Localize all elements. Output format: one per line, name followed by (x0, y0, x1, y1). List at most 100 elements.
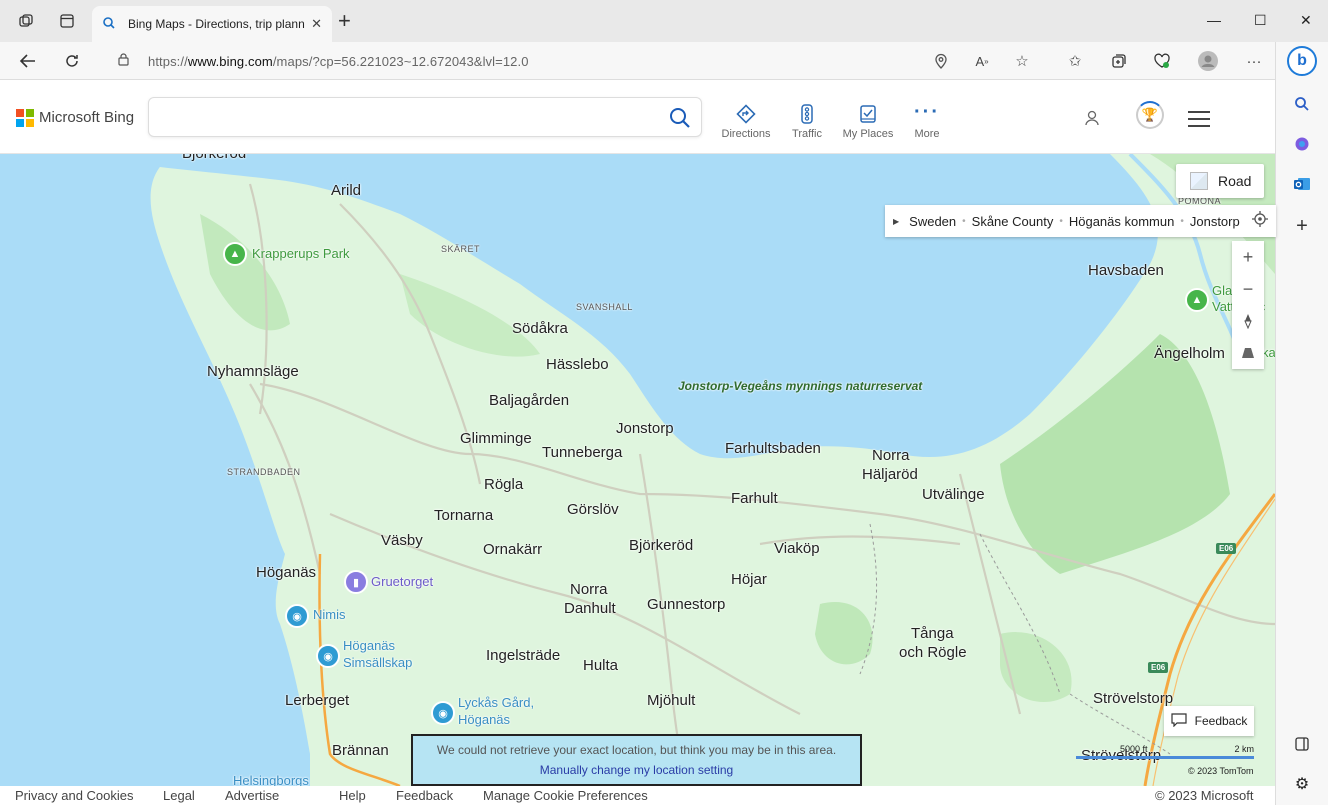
shopping-bag-icon[interactable]: ▮ (344, 570, 368, 594)
map-label[interactable]: Rögla (484, 476, 523, 493)
footer-link-privacy[interactable]: Privacy and Cookies (15, 788, 134, 803)
tilt-view-icon[interactable] (1232, 337, 1264, 369)
map-label[interactable]: Hässlebo (546, 356, 609, 373)
map-label[interactable]: Viaköp (774, 540, 820, 557)
map-label[interactable]: Baljagården (489, 392, 569, 409)
hamburger-menu-icon[interactable] (1188, 111, 1210, 132)
bing-copilot-icon[interactable]: b (1287, 46, 1317, 76)
map-label[interactable]: SKÄRET (441, 244, 480, 254)
close-tab-icon[interactable]: ✕ (311, 16, 322, 32)
breadcrumb-expand-icon[interactable]: ▶ (893, 217, 899, 226)
vertical-tabs-icon[interactable] (56, 10, 78, 32)
search-input[interactable] (159, 106, 659, 130)
map-label[interactable]: Björkeröd (629, 537, 693, 554)
window-close-icon[interactable]: ✕ (1300, 12, 1312, 29)
url-field[interactable]: https://www.bing.com/maps/?cp=56.221023~… (148, 54, 529, 69)
map-label[interactable]: Farhult (731, 490, 778, 507)
sidebar-add-icon[interactable]: + (1290, 214, 1314, 238)
map-style-button[interactable]: Road (1176, 164, 1264, 198)
map-label[interactable]: Häljaröd (862, 466, 918, 483)
map-label[interactable]: Björkeröd (182, 154, 246, 162)
map-label[interactable]: Glimminge (460, 430, 532, 447)
more-button[interactable]: ··· More (897, 102, 957, 140)
zoom-out-icon[interactable]: − (1232, 273, 1264, 305)
map-label-poi[interactable]: Helsingborgs (233, 773, 309, 786)
map-label[interactable]: och Rögle (899, 644, 967, 661)
brand-name[interactable]: Microsoft Bing (39, 109, 134, 126)
map-label[interactable]: Jonstorp (616, 420, 674, 437)
search-icon[interactable] (668, 106, 692, 135)
map-label[interactable]: Ängelholm (1154, 345, 1225, 362)
footer-link-feedback[interactable]: Feedback (396, 788, 453, 803)
map-label[interactable]: Nyhamnsläge (207, 363, 299, 380)
footer-link-cookie-preferences[interactable]: Manage Cookie Preferences (483, 788, 648, 803)
maximize-icon[interactable]: ☐ (1254, 12, 1267, 29)
map-label[interactable]: Tunneberga (542, 444, 622, 461)
map-label[interactable]: Görslöv (567, 501, 619, 518)
map-label[interactable]: Norra (872, 447, 910, 464)
map-label[interactable]: Höganäs (256, 564, 316, 581)
map-label[interactable]: Södåkra (512, 320, 568, 337)
collections-icon[interactable] (1109, 51, 1129, 71)
map-feedback-button[interactable]: Feedback (1164, 706, 1254, 736)
directions-button[interactable]: Directions (716, 104, 776, 140)
footer-link-help[interactable]: Help (339, 788, 366, 803)
read-aloud-icon[interactable]: A» (972, 51, 992, 71)
footer-link-advertise[interactable]: Advertise (225, 788, 279, 803)
swimming-icon[interactable]: ◉ (431, 701, 455, 725)
profile-avatar-icon[interactable] (1198, 51, 1218, 71)
settings-more-icon[interactable]: ··· (1244, 51, 1264, 71)
map-label[interactable]: Strövelstorp (1093, 690, 1173, 707)
new-tab-icon[interactable]: + (338, 10, 351, 32)
map-label-poi[interactable]: Simsällskap (343, 655, 412, 670)
location-breadcrumb[interactable]: ▶ Sweden • Skåne County • Höganäs kommun… (885, 205, 1276, 237)
back-arrow-icon[interactable] (16, 50, 40, 72)
map-label[interactable]: Gunnestorp (647, 596, 725, 613)
map-label[interactable]: Tånga (911, 625, 954, 642)
map-label[interactable]: Havsbaden (1088, 262, 1164, 279)
map-label[interactable]: Hulta (583, 657, 618, 674)
park-tree-icon[interactable]: ▲ (1185, 288, 1209, 312)
change-location-link[interactable]: Manually change my location setting (413, 763, 860, 777)
footer-link-legal[interactable]: Legal (163, 788, 195, 803)
map-label-poi[interactable]: Lyckås Gård, (458, 695, 534, 710)
lock-icon[interactable] (118, 53, 129, 69)
minimize-icon[interactable]: — (1207, 12, 1221, 28)
swimming-icon[interactable]: ◉ (316, 644, 340, 668)
my-places-button[interactable]: My Places (838, 104, 898, 140)
tab-bing-maps[interactable]: Bing Maps - Directions, trip plann ✕ (92, 6, 332, 42)
map-label[interactable]: Utvälinge (922, 486, 985, 503)
breadcrumb-item[interactable]: Sweden (909, 214, 956, 229)
map-label-park[interactable]: Gla (1212, 283, 1232, 298)
map-label[interactable]: SVANSHALL (576, 302, 633, 312)
map-label[interactable]: Arild (331, 182, 361, 199)
map-label[interactable]: Ingelsträde (486, 647, 560, 664)
map-canvas[interactable]: Björkeröd Arild ▲ Krapperups Park SKÄRET… (0, 154, 1275, 786)
map-label-park[interactable]: Krapperups Park (252, 246, 350, 261)
map-label-reserve[interactable]: Jonstorp-Vegeåns mynnings naturreservat (678, 379, 922, 393)
traffic-button[interactable]: Traffic (777, 104, 837, 140)
breadcrumb-item[interactable]: Höganäs kommun (1069, 214, 1175, 229)
map-label-poi[interactable]: Höganäs (458, 712, 510, 727)
map-label[interactable]: Farhultsbaden (725, 440, 821, 457)
map-label[interactable]: Höjar (731, 571, 767, 588)
sidebar-settings-gear-icon[interactable]: ⚙ (1290, 772, 1314, 796)
map-label[interactable]: Väsby (381, 532, 423, 549)
refresh-icon[interactable] (60, 50, 84, 72)
map-label[interactable]: Norra (570, 581, 608, 598)
browser-essentials-icon[interactable] (1152, 51, 1172, 71)
map-label-poi[interactable]: Gruetorget (371, 574, 433, 589)
breadcrumb-item[interactable]: Jonstorp (1190, 214, 1240, 229)
map-label[interactable]: Danhult (564, 600, 616, 617)
breadcrumb-item[interactable]: Skåne County (972, 214, 1054, 229)
swimming-icon[interactable]: ◉ (285, 604, 309, 628)
sidebar-panel-icon[interactable] (1290, 732, 1314, 756)
map-label[interactable]: STRANDBADEN (227, 467, 301, 477)
workspaces-icon[interactable] (15, 10, 37, 32)
map-label[interactable]: Mjöhult (647, 692, 695, 709)
map-label[interactable]: Lerberget (285, 692, 349, 709)
map-label[interactable]: Brännan (332, 742, 389, 759)
microsoft-logo-icon[interactable] (16, 109, 34, 127)
favorite-star-icon[interactable]: ☆ (1012, 51, 1032, 71)
sidebar-search-icon[interactable] (1290, 92, 1314, 116)
